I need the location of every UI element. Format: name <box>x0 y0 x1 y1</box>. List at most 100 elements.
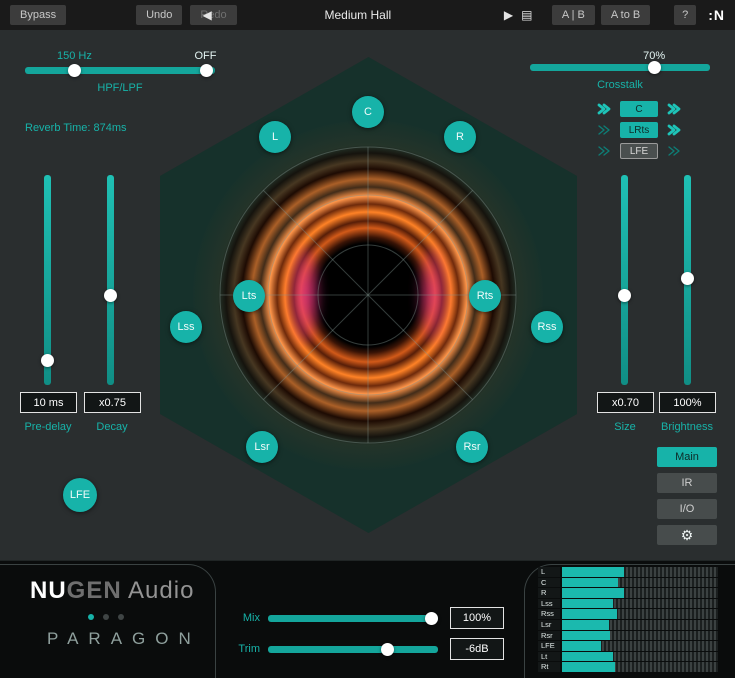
brand-gen: GEN <box>67 577 122 604</box>
preset-name[interactable]: Medium Hall <box>212 8 504 22</box>
predelay-value[interactable]: 10 ms <box>20 392 77 413</box>
meter-fill <box>562 652 613 662</box>
meter-track <box>562 662 718 672</box>
brightness-value[interactable]: 100% <box>659 392 716 413</box>
meter-row: Lt <box>538 652 718 662</box>
route-out-lrts-icon[interactable] <box>667 123 681 137</box>
undo-button[interactable]: Undo <box>136 5 182 25</box>
routing-row-lrts: LRts <box>597 122 681 138</box>
settings-gear-icon[interactable]: ⚙ <box>657 525 717 545</box>
next-preset-icon[interactable]: ▶ <box>504 9 513 21</box>
meter-fill <box>562 609 617 619</box>
meter-fill <box>562 631 610 641</box>
brand-dots <box>88 614 124 620</box>
brand-nu: NU <box>30 577 67 604</box>
meter-fill <box>562 662 615 672</box>
channel-node-r[interactable]: R <box>444 121 476 153</box>
hpf-lpf-values: 150 Hz OFF <box>25 50 215 64</box>
meter-label: Rsr <box>538 631 560 641</box>
routing-row-lfe: LFE <box>597 143 681 159</box>
meter-track <box>562 641 718 651</box>
reverb-time-readout: Reverb Time: 874ms <box>25 122 126 134</box>
decay-handle[interactable] <box>104 289 117 302</box>
hpf-lpf-group: 150 Hz OFF HPF/LPF <box>25 50 215 94</box>
titlebar: Bypass Undo Redo ◀ Medium Hall ▶ ▤ A | B… <box>0 0 735 30</box>
brand-audio: Audio <box>122 577 195 604</box>
brand-name: NUGEN Audio <box>30 577 194 605</box>
footer: NUGEN Audio PARAGON Mix 100% Trim -6dB <box>0 560 735 678</box>
decay-value[interactable]: x0.75 <box>84 392 141 413</box>
preset-list-icon[interactable]: ▤ <box>521 9 532 21</box>
product-name: PARAGON <box>47 629 201 649</box>
dot-1 <box>88 614 94 620</box>
decay-slider[interactable] <box>107 175 114 385</box>
channel-node-rts[interactable]: Rts <box>469 280 501 312</box>
tab-ir[interactable]: IR <box>657 473 717 493</box>
ab-compare-button[interactable]: A | B <box>552 5 595 25</box>
previous-preset-icon[interactable]: ◀ <box>203 9 212 21</box>
meter-label: Rt <box>538 662 560 672</box>
channel-node-lss[interactable]: Lss <box>170 311 202 343</box>
meter-label: Rss <box>538 609 560 619</box>
route-in-lrts-icon[interactable] <box>597 123 611 137</box>
mix-row: Mix 100% <box>232 611 504 625</box>
route-out-lfe-icon[interactable] <box>667 144 681 158</box>
tab-io[interactable]: I/O <box>657 499 717 519</box>
bypass-button[interactable]: Bypass <box>10 5 66 25</box>
mix-handle[interactable] <box>425 612 438 625</box>
route-out-c-icon[interactable] <box>667 102 681 116</box>
dot-3 <box>118 614 124 620</box>
routing-row-c: C <box>597 101 681 117</box>
route-button-lrts[interactable]: LRts <box>620 122 658 138</box>
a-to-b-button[interactable]: A to B <box>601 5 650 25</box>
channel-node-rss[interactable]: Rss <box>531 311 563 343</box>
crosstalk-slider[interactable] <box>530 64 710 71</box>
paragon-plugin-window: Bypass Undo Redo ◀ Medium Hall ▶ ▤ A | B… <box>0 0 735 678</box>
help-button[interactable]: ? <box>674 5 696 25</box>
lpf-value: OFF <box>195 50 217 62</box>
route-button-c[interactable]: C <box>620 101 658 117</box>
meter-label: LFE <box>538 641 560 651</box>
tab-main[interactable]: Main <box>657 447 717 467</box>
brightness-handle[interactable] <box>681 272 694 285</box>
hpf-lpf-slider[interactable] <box>25 67 215 74</box>
channel-node-l[interactable]: L <box>259 121 291 153</box>
channel-node-lfe[interactable]: LFE <box>63 478 97 512</box>
size-handle[interactable] <box>618 289 631 302</box>
main-area: C L R Lts Rts Lss Rss Lsr Rsr LFE 150 Hz… <box>0 30 735 560</box>
predelay-caption: Pre-delay <box>13 421 83 433</box>
meter-track <box>562 588 718 598</box>
routing-matrix: C LRts LFE <box>597 101 681 159</box>
trim-row: Trim -6dB <box>232 642 504 656</box>
channel-node-lsr[interactable]: Lsr <box>246 431 278 463</box>
brightness-slider[interactable] <box>684 175 691 385</box>
channel-node-lts[interactable]: Lts <box>233 280 265 312</box>
meter-track <box>562 609 718 619</box>
size-caption: Size <box>590 421 660 433</box>
mix-value[interactable]: 100% <box>450 607 504 629</box>
trim-slider[interactable] <box>268 646 438 653</box>
size-value[interactable]: x0.70 <box>597 392 654 413</box>
route-in-lfe-icon[interactable] <box>597 144 611 158</box>
brightness-caption: Brightness <box>652 421 722 433</box>
lpf-handle[interactable] <box>200 64 213 77</box>
channel-node-rsr[interactable]: Rsr <box>456 431 488 463</box>
hpf-lpf-caption: HPF/LPF <box>25 82 215 94</box>
trim-value[interactable]: -6dB <box>450 638 504 660</box>
route-button-lfe[interactable]: LFE <box>620 143 658 159</box>
meter-fill <box>562 588 624 598</box>
meter-fill <box>562 641 601 651</box>
meter-fill <box>562 567 624 577</box>
predelay-slider[interactable] <box>44 175 51 385</box>
channel-node-c[interactable]: C <box>352 96 384 128</box>
meter-track <box>562 578 718 588</box>
route-in-c-icon[interactable] <box>597 102 611 116</box>
mix-slider[interactable] <box>268 615 438 622</box>
size-slider[interactable] <box>621 175 628 385</box>
trim-handle[interactable] <box>381 643 394 656</box>
meter-track <box>562 599 718 609</box>
hpf-handle[interactable] <box>68 64 81 77</box>
meter-label: C <box>538 578 560 588</box>
predelay-handle[interactable] <box>41 354 54 367</box>
crosstalk-handle[interactable] <box>648 61 661 74</box>
